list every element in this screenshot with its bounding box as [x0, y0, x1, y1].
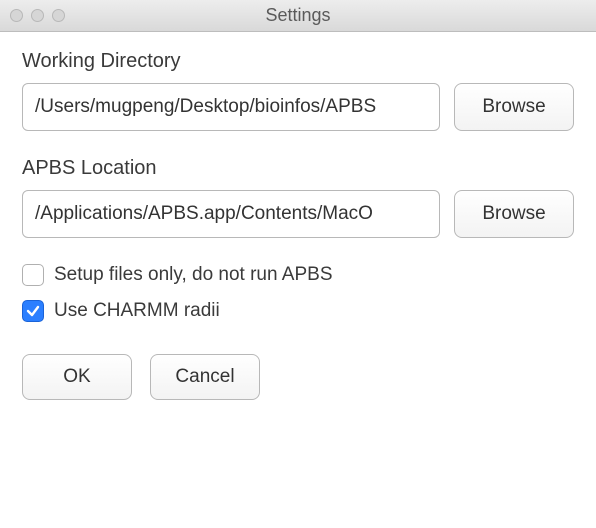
setup-only-label: Setup files only, do not run APBS — [54, 264, 333, 286]
window-controls — [10, 9, 65, 22]
use-charmm-label: Use CHARMM radii — [54, 300, 220, 322]
window-title: Settings — [0, 5, 596, 26]
working-directory-label: Working Directory — [22, 50, 574, 73]
working-directory-input[interactable]: /Users/mugpeng/Desktop/bioinfos/APBS — [22, 83, 440, 131]
close-icon[interactable] — [10, 9, 23, 22]
zoom-icon[interactable] — [52, 9, 65, 22]
options-group: Setup files only, do not run APBS Use CH… — [22, 264, 574, 322]
working-directory-group: Working Directory /Users/mugpeng/Desktop… — [22, 50, 574, 131]
working-directory-value: /Users/mugpeng/Desktop/bioinfos/APBS — [35, 96, 376, 118]
use-charmm-row[interactable]: Use CHARMM radii — [22, 300, 574, 322]
apbs-location-group: APBS Location /Applications/APBS.app/Con… — [22, 157, 574, 238]
content: Working Directory /Users/mugpeng/Desktop… — [0, 32, 596, 418]
use-charmm-checkbox[interactable] — [22, 300, 44, 322]
footer: OK Cancel — [22, 354, 574, 400]
setup-only-checkbox[interactable] — [22, 264, 44, 286]
working-directory-browse-button[interactable]: Browse — [454, 83, 574, 131]
apbs-location-value: /Applications/APBS.app/Contents/MacO — [35, 203, 373, 225]
minimize-icon[interactable] — [31, 9, 44, 22]
ok-button[interactable]: OK — [22, 354, 132, 400]
cancel-button[interactable]: Cancel — [150, 354, 260, 400]
apbs-location-label: APBS Location — [22, 157, 574, 180]
apbs-location-input[interactable]: /Applications/APBS.app/Contents/MacO — [22, 190, 440, 238]
titlebar: Settings — [0, 0, 596, 32]
setup-only-row[interactable]: Setup files only, do not run APBS — [22, 264, 574, 286]
apbs-location-browse-button[interactable]: Browse — [454, 190, 574, 238]
